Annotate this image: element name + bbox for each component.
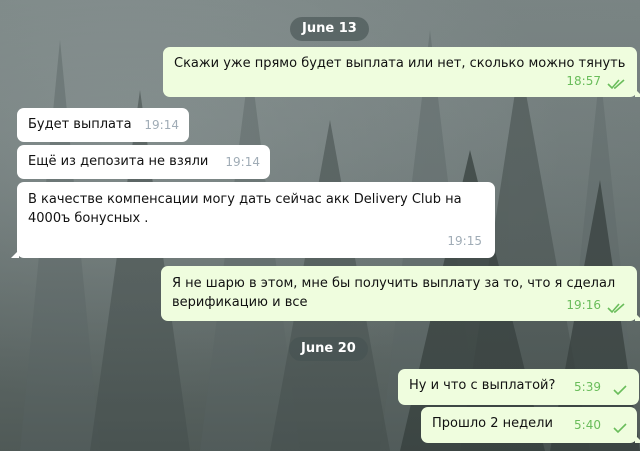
message-text-line-1: Я не шарю в этом, мне бы получить выплат… [172,276,616,291]
message-text: Ещё из депозита не взяли [28,154,209,169]
message-text: Прошло 2 недели [432,416,553,431]
incoming-message[interactable]: Ещё из депозита не взяли 19:14 [17,145,270,179]
message-text: Ну и что с выплатой? [409,378,556,393]
message-text: Будет выплата [28,117,132,132]
outgoing-message[interactable]: Ну и что с выплатой? 5:39 [398,369,639,405]
date-label: June 13 [302,21,357,36]
message-list[interactable]: June 13 Скажи уже прямо будет выплата ил… [0,0,640,451]
single-check-icon [613,385,627,396]
outgoing-message[interactable]: Я не шарю в этом, мне бы получить выплат… [161,266,640,321]
double-check-icon [607,303,625,314]
message-time: 19:14 [144,118,179,132]
outgoing-message[interactable]: Прошло 2 недели 5:40 [421,407,640,443]
date-label: June 20 [301,341,356,356]
message-time: 19:15 [447,234,482,248]
incoming-message[interactable]: Будет выплата 19:14 [17,108,189,142]
message-time: 19:16 [566,298,601,312]
date-separator: June 13 [290,17,369,41]
message-time: 5:40 [574,418,601,432]
message-text-line-2: верификацию и все [172,295,308,310]
date-separator: June 20 [289,337,368,361]
message-text: Скажи уже прямо будет выплата или нет, с… [174,56,626,71]
outgoing-message[interactable]: Скажи уже прямо будет выплата или нет, с… [163,47,640,97]
message-time: 5:39 [574,380,601,394]
single-check-icon [613,423,627,434]
message-time: 19:14 [225,155,260,169]
double-check-icon [607,79,625,90]
message-text-line-2: 4000ъ бонусных . [28,211,149,226]
incoming-message[interactable]: В качестве компенсации могу дать сейчас … [11,182,495,258]
message-text-line-1: В качестве компенсации могу дать сейчас … [28,192,462,207]
message-time: 18:57 [566,74,601,88]
